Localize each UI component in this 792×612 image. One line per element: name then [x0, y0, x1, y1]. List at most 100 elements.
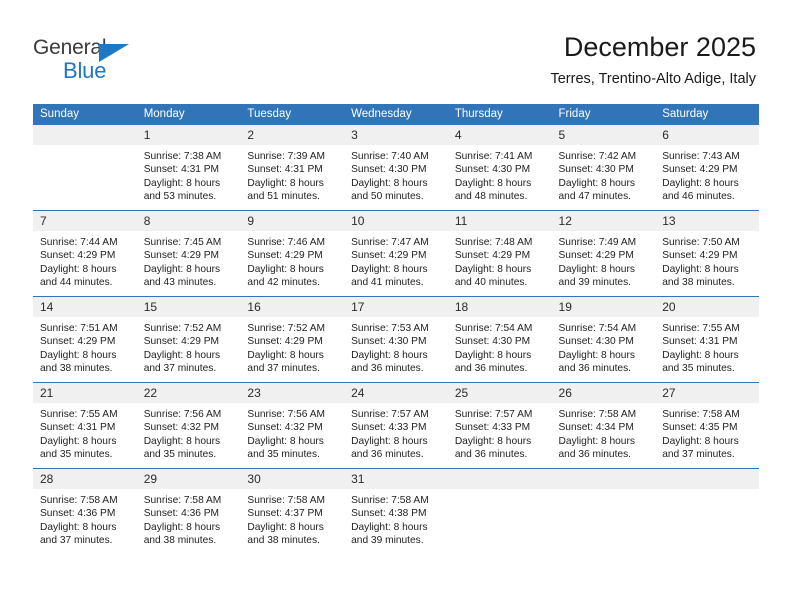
day-sun-info: Sunrise: 7:58 AM Sunset: 4:37 PM Daylight:…	[240, 489, 344, 548]
day-cell-content: 7 Sunrise: 7:44 AM Sunset: 4:29 PM Daylight…	[33, 211, 137, 296]
calendar-day-cell[interactable]: 23 Sunrise: 7:56 AM Sunset: 4:32 PM Dayligh…	[240, 382, 345, 469]
day-info-line: Sunset: 4:30 PM	[351, 164, 427, 176]
calendar-day-cell[interactable]: 30 Sunrise: 7:58 AM Sunset: 4:37 PM Dayligh…	[240, 468, 345, 554]
day-sun-info: Sunrise: 7:47 AM Sunset: 4:29 PM Daylight:…	[344, 231, 448, 290]
calendar-day-cell[interactable]: 13 Sunrise: 7:50 AM Sunset: 4:29 PM Dayligh…	[655, 210, 759, 297]
day-info-line: Sunrise: 7:52 AM	[247, 323, 325, 334]
day-number: 16	[240, 297, 345, 317]
day-info-line: Sunset: 4:29 PM	[40, 336, 116, 348]
day-number: 15	[136, 297, 241, 317]
calendar-day-cell[interactable]: 25 Sunrise: 7:57 AM Sunset: 4:33 PM Dayligh…	[447, 382, 552, 469]
day-cell-content	[551, 469, 656, 554]
day-sun-info: Sunrise: 7:58 AM Sunset: 4:36 PM Daylight:…	[137, 489, 241, 548]
day-info-line: Sunrise: 7:41 AM	[454, 151, 533, 162]
calendar-day-cell[interactable]: 2 Sunrise: 7:39 AM Sunset: 4:31 PM Daylight…	[240, 125, 345, 211]
calendar-day-cell[interactable]: 11 Sunrise: 7:48 AM Sunset: 4:29 PM Dayligh…	[447, 210, 552, 297]
day-info-line: Sunrise: 7:51 AM	[40, 323, 118, 334]
day-info-line: Sunrise: 7:58 AM	[662, 409, 740, 420]
calendar-day-cell[interactable]: 8 Sunrise: 7:45 AM Sunset: 4:29 PM Daylight…	[136, 210, 241, 297]
calendar-day-cell[interactable]: 6 Sunrise: 7:43 AM Sunset: 4:29 PM Daylight…	[655, 125, 759, 211]
day-info-line: Sunrise: 7:49 AM	[558, 237, 637, 248]
calendar-day-cell	[447, 468, 552, 554]
calendar-day-cell[interactable]: 22 Sunrise: 7:56 AM Sunset: 4:32 PM Dayligh…	[136, 382, 241, 469]
calendar-day-cell[interactable]: 15 Sunrise: 7:52 AM Sunset: 4:29 PM Dayligh…	[136, 296, 241, 383]
day-cell-content: 5 Sunrise: 7:42 AM Sunset: 4:30 PM Daylight…	[551, 125, 656, 210]
day-number: 2	[240, 125, 345, 145]
calendar-day-cell[interactable]: 20 Sunrise: 7:55 AM Sunset: 4:31 PM Dayligh…	[655, 296, 759, 383]
day-info-line: Daylight: 8 hours	[40, 435, 117, 447]
generalblue-logo: General Blue	[33, 36, 213, 86]
day-sun-info	[448, 489, 552, 494]
calendar-day-cell[interactable]: 21 Sunrise: 7:55 AM Sunset: 4:31 PM Dayligh…	[33, 382, 137, 469]
day-info-line: and 35 minutes.	[143, 449, 217, 461]
day-info-line: Sunset: 4:32 PM	[143, 422, 220, 434]
calendar-day-cell[interactable]: 10 Sunrise: 7:47 AM Sunset: 4:29 PM Dayligh…	[344, 210, 448, 297]
day-info-line: and 53 minutes.	[143, 191, 217, 203]
day-number: 9	[240, 211, 345, 231]
calendar-day-cell[interactable]: 4 Sunrise: 7:41 AM Sunset: 4:30 PM Daylight…	[447, 125, 552, 211]
calendar-day-cell[interactable]: 19 Sunrise: 7:54 AM Sunset: 4:30 PM Dayligh…	[551, 296, 656, 383]
calendar-day-cell[interactable]: 17 Sunrise: 7:53 AM Sunset: 4:30 PM Dayligh…	[344, 296, 448, 383]
day-cell-content: 24 Sunrise: 7:57 AM Sunset: 4:33 PM Dayligh…	[344, 383, 448, 468]
day-number: 8	[136, 211, 241, 231]
calendar-day-cell[interactable]: 31 Sunrise: 7:58 AM Sunset: 4:38 PM Dayligh…	[344, 468, 448, 554]
day-info-line: Sunrise: 7:52 AM	[143, 323, 222, 334]
day-sun-info: Sunrise: 7:50 AM Sunset: 4:29 PM Daylight:…	[655, 231, 759, 290]
day-sun-info: Sunrise: 7:46 AM Sunset: 4:29 PM Daylight:…	[240, 231, 344, 290]
calendar-day-cell[interactable]: 5 Sunrise: 7:42 AM Sunset: 4:30 PM Daylight…	[551, 125, 656, 211]
day-info-line: and 44 minutes.	[40, 277, 113, 289]
day-sun-info: Sunrise: 7:57 AM Sunset: 4:33 PM Daylight:…	[448, 403, 552, 462]
day-cell-content	[33, 125, 137, 210]
day-info-line: Daylight: 8 hours	[247, 435, 324, 447]
day-info-line: Sunset: 4:32 PM	[247, 422, 323, 434]
day-number	[33, 125, 137, 145]
calendar-day-cell[interactable]: 24 Sunrise: 7:57 AM Sunset: 4:33 PM Dayligh…	[344, 382, 448, 469]
calendar-day-cell[interactable]: 28 Sunrise: 7:58 AM Sunset: 4:36 PM Dayligh…	[33, 468, 137, 554]
day-sun-info: Sunrise: 7:42 AM Sunset: 4:30 PM Daylight:…	[552, 145, 656, 204]
calendar-day-cell[interactable]: 14 Sunrise: 7:51 AM Sunset: 4:29 PM Dayligh…	[33, 296, 137, 383]
day-cell-content: 20 Sunrise: 7:55 AM Sunset: 4:31 PM Dayligh…	[655, 297, 759, 382]
calendar-day-cell[interactable]: 18 Sunrise: 7:54 AM Sunset: 4:30 PM Dayligh…	[447, 296, 552, 383]
day-info-line: Sunset: 4:29 PM	[40, 250, 116, 262]
day-info-line: Sunset: 4:29 PM	[247, 250, 323, 262]
calendar-day-cell[interactable]: 12 Sunrise: 7:49 AM Sunset: 4:29 PM Dayligh…	[551, 210, 656, 297]
day-number: 27	[655, 383, 759, 403]
day-info-line: Daylight: 8 hours	[247, 263, 324, 275]
day-info-line: Sunrise: 7:50 AM	[662, 237, 740, 248]
calendar-day-cell[interactable]: 27 Sunrise: 7:58 AM Sunset: 4:35 PM Dayligh…	[655, 382, 759, 469]
day-info-line: Sunrise: 7:57 AM	[351, 409, 429, 420]
day-number: 3	[344, 125, 448, 145]
calendar-day-cell[interactable]: 29 Sunrise: 7:58 AM Sunset: 4:36 PM Dayligh…	[136, 468, 241, 554]
day-sun-info: Sunrise: 7:56 AM Sunset: 4:32 PM Daylight:…	[240, 403, 344, 462]
calendar-day-cell[interactable]: 7 Sunrise: 7:44 AM Sunset: 4:29 PM Daylight…	[33, 210, 137, 297]
calendar-day-cell[interactable]: 3 Sunrise: 7:40 AM Sunset: 4:30 PM Daylight…	[344, 125, 448, 211]
day-cell-content: 27 Sunrise: 7:58 AM Sunset: 4:35 PM Dayligh…	[655, 383, 759, 468]
calendar-day-cell[interactable]: 9 Sunrise: 7:46 AM Sunset: 4:29 PM Daylight…	[240, 210, 345, 297]
day-info-line: and 43 minutes.	[143, 277, 217, 289]
calendar-day-cell[interactable]: 16 Sunrise: 7:52 AM Sunset: 4:29 PM Dayligh…	[240, 296, 345, 383]
day-sun-info: Sunrise: 7:58 AM Sunset: 4:38 PM Daylight:…	[344, 489, 448, 548]
day-info-line: Sunset: 4:37 PM	[247, 508, 323, 520]
day-info-line: Sunrise: 7:58 AM	[143, 495, 222, 506]
day-info-line: Sunset: 4:29 PM	[351, 250, 427, 262]
day-info-line: Sunrise: 7:56 AM	[143, 409, 222, 420]
day-info-line: and 51 minutes.	[247, 191, 320, 203]
day-info-line: Daylight: 8 hours	[558, 349, 635, 361]
calendar-day-cell[interactable]: 1 Sunrise: 7:38 AM Sunset: 4:31 PM Daylight…	[136, 125, 241, 211]
day-info-line: Sunset: 4:29 PM	[247, 336, 323, 348]
day-sun-info: Sunrise: 7:55 AM Sunset: 4:31 PM Daylight:…	[655, 317, 759, 376]
day-sun-info: Sunrise: 7:38 AM Sunset: 4:31 PM Daylight:…	[137, 145, 241, 204]
day-cell-content: 15 Sunrise: 7:52 AM Sunset: 4:29 PM Dayligh…	[136, 297, 241, 382]
day-number: 1	[136, 125, 241, 145]
day-info-line: Sunset: 4:29 PM	[454, 250, 531, 262]
day-info-line: Sunrise: 7:39 AM	[247, 151, 325, 162]
day-info-line: and 41 minutes.	[351, 277, 424, 289]
day-sun-info: Sunrise: 7:57 AM Sunset: 4:33 PM Daylight:…	[344, 403, 448, 462]
calendar-page: General Blue December 2025 Terres, Trent…	[0, 0, 792, 612]
day-info-line: and 39 minutes.	[558, 277, 632, 289]
day-info-line: and 50 minutes.	[351, 191, 424, 203]
day-info-line: Sunrise: 7:58 AM	[558, 409, 637, 420]
day-info-line: Daylight: 8 hours	[40, 263, 117, 275]
day-cell-content: 29 Sunrise: 7:58 AM Sunset: 4:36 PM Dayligh…	[136, 469, 241, 554]
calendar-day-cell[interactable]: 26 Sunrise: 7:58 AM Sunset: 4:34 PM Dayligh…	[551, 382, 656, 469]
